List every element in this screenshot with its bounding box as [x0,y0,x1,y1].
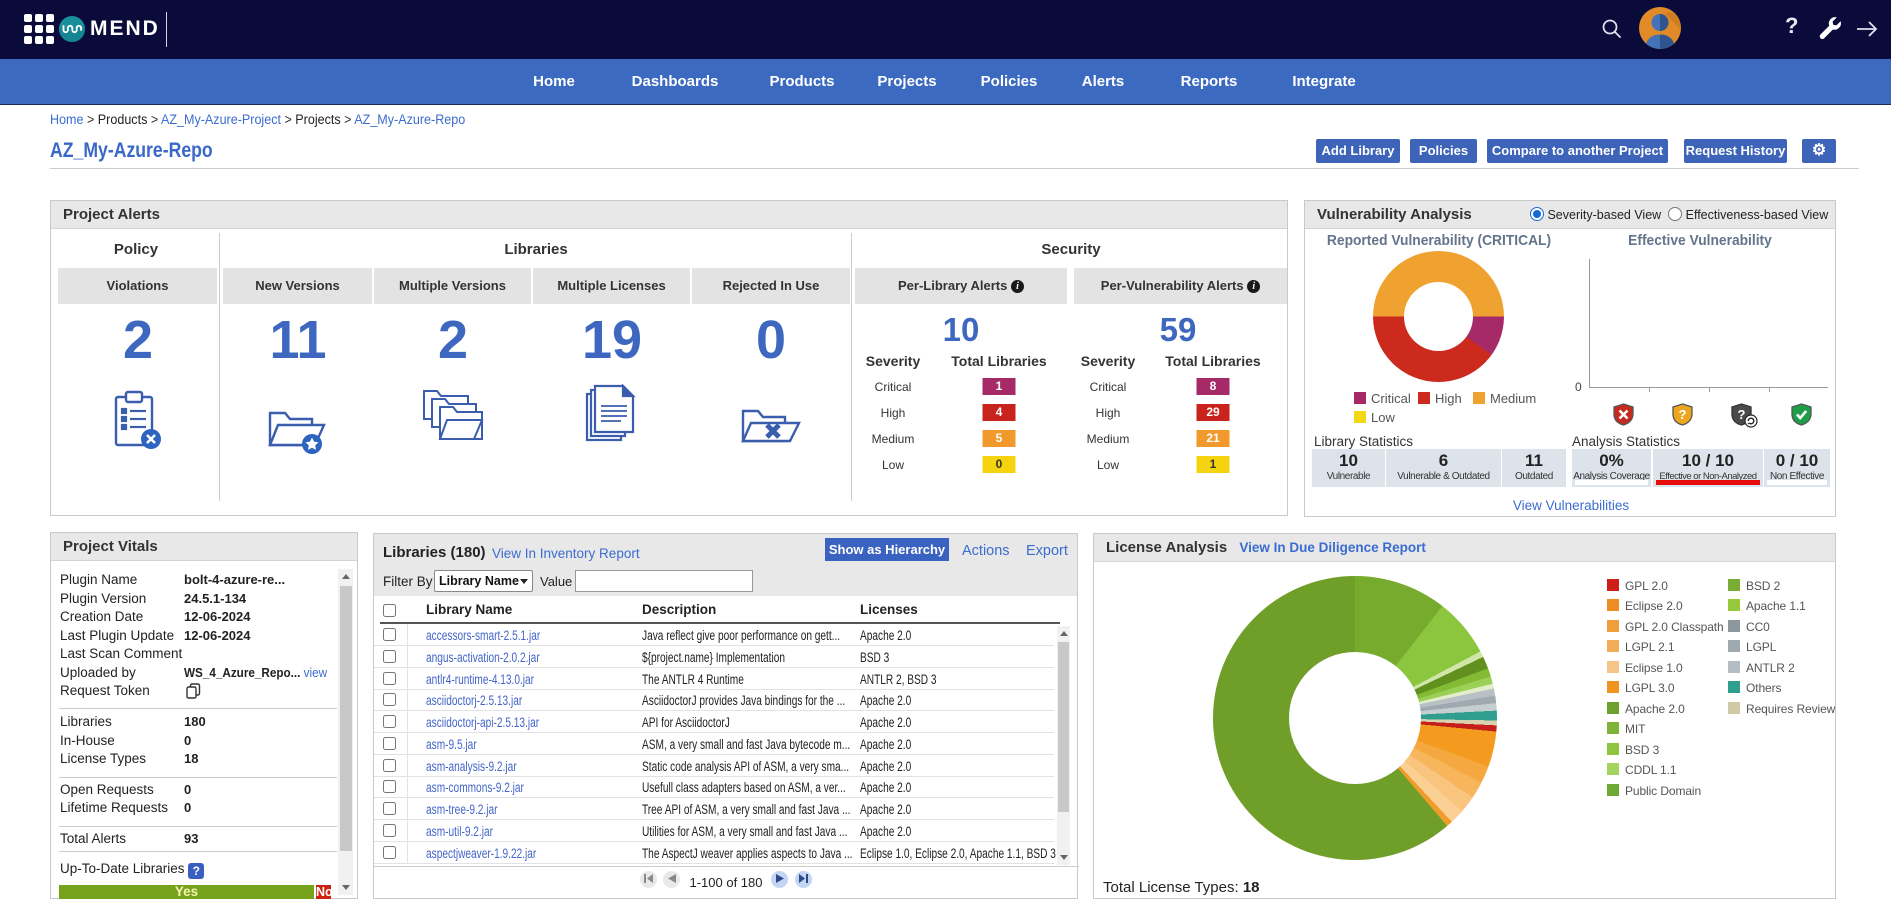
svg-text:?: ? [1738,407,1746,422]
svg-text:?: ? [1679,407,1687,422]
